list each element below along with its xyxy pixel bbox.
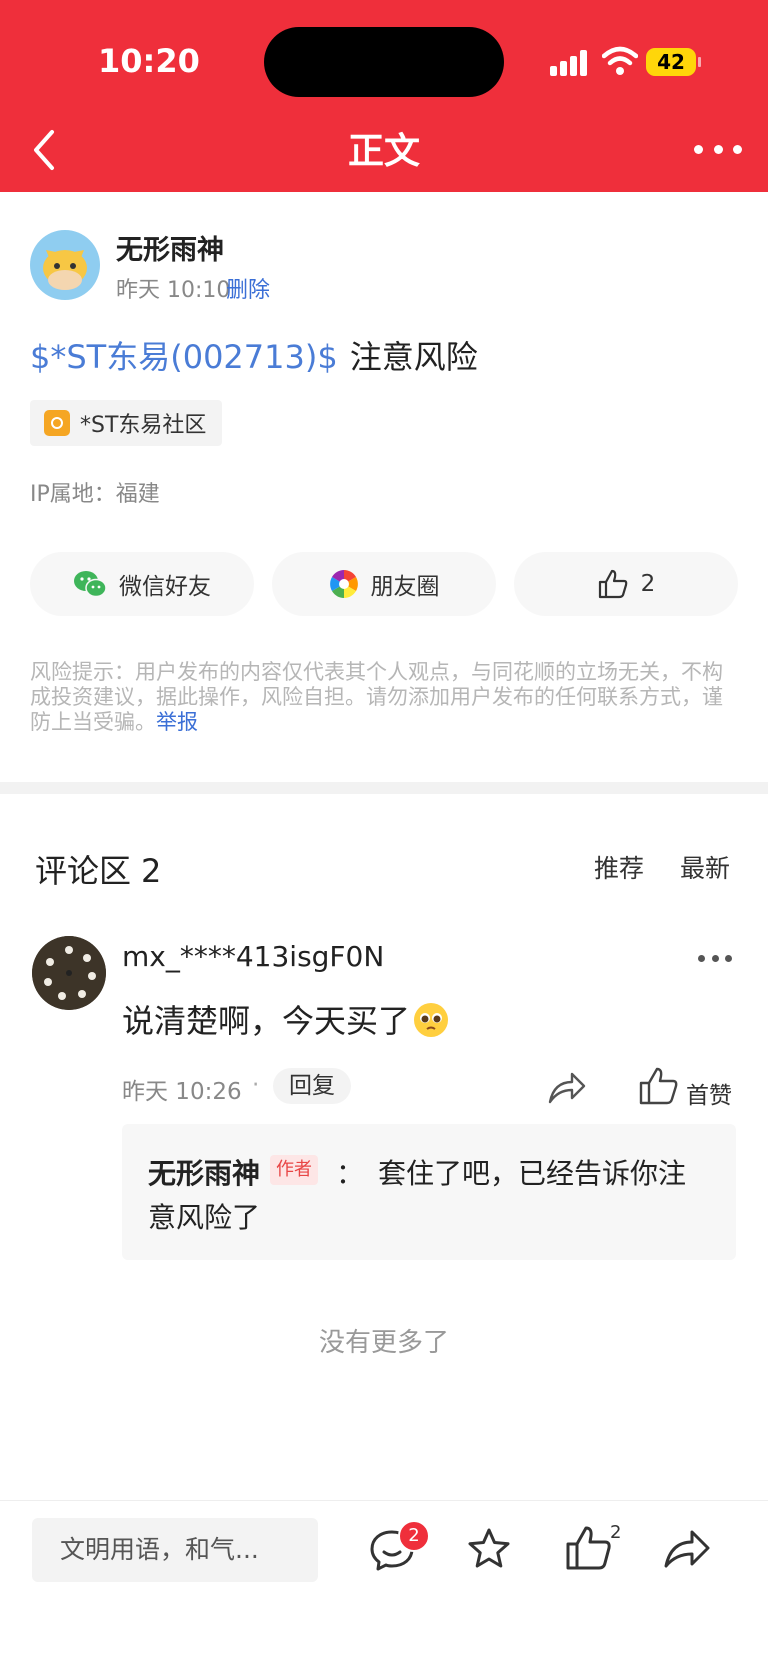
comments-count: 2: [141, 852, 162, 890]
like-post-button[interactable]: 2: [514, 552, 738, 616]
sort-latest-tab[interactable]: 最新: [680, 849, 730, 885]
delete-link[interactable]: 删除: [226, 272, 270, 304]
share-moments-button[interactable]: 朋友圈: [272, 552, 496, 616]
status-time: 10:20: [98, 42, 200, 80]
comment-input[interactable]: 文明用语，和气...: [32, 1518, 318, 1582]
comment-count-badge: 2: [398, 1520, 430, 1552]
comments-title: 评论区: [35, 852, 132, 890]
share-wechat-button[interactable]: 微信好友: [30, 552, 254, 616]
share-moments-label: 朋友圈: [370, 574, 440, 600]
comments-heading: 评论区 2: [35, 846, 161, 892]
sort-recommend-tab[interactable]: 推荐: [594, 849, 644, 885]
post-text: 注意风险: [349, 338, 478, 376]
share-arrow-icon[interactable]: [662, 1526, 712, 1572]
author-avatar[interactable]: [30, 230, 100, 300]
reply-colon: ：: [336, 1157, 365, 1190]
thumbs-up-icon: [598, 569, 628, 599]
risk-disclaimer: 风险提示：用户发布的内容仅代表其个人观点，与同花顺的立场无关，不构成投资建议，据…: [30, 660, 738, 735]
reply-author-name[interactable]: 无形雨神: [148, 1152, 260, 1192]
comment-like-label[interactable]: 首赞: [686, 1076, 732, 1110]
comment-separator: ·: [252, 1072, 260, 1098]
wifi-icon: [602, 46, 638, 75]
more-menu-icon[interactable]: [694, 134, 742, 164]
comment-text-content: 说清楚啊，今天买了: [122, 1002, 411, 1040]
stock-tag-link[interactable]: $*ST东易(002713)$: [30, 338, 338, 376]
author-badge: 作者: [270, 1155, 318, 1185]
page-title: 正文: [347, 131, 420, 172]
pleading-face-emoji-icon: [414, 1003, 449, 1037]
battery-tip: [698, 57, 701, 67]
post-content: $*ST东易(002713)$ 注意风险: [30, 332, 478, 378]
community-chip[interactable]: *ST东易社区: [30, 400, 223, 446]
reply-button[interactable]: 回复: [273, 1068, 351, 1104]
author-name[interactable]: 无形雨神: [116, 228, 224, 267]
wechat-icon: [74, 571, 107, 598]
bottom-like-count: 2: [610, 1522, 622, 1543]
risk-text: 风险提示：用户发布的内容仅代表其个人观点，与同花顺的立场无关，不构成投资建议，据…: [30, 660, 723, 734]
comment-text: 说清楚啊，今天买了: [122, 996, 449, 1042]
moments-icon: [329, 570, 358, 598]
community-label: *ST东易社区: [80, 413, 207, 438]
no-more-indicator: 没有更多了: [318, 1328, 449, 1358]
comment-time: 昨天 10:26: [122, 1079, 242, 1105]
community-icon: [44, 410, 70, 436]
section-divider: [0, 782, 768, 794]
ip-location: IP属地：福建: [30, 482, 160, 507]
comment-like-icon[interactable]: [638, 1066, 678, 1106]
battery-icon: 42: [646, 48, 696, 76]
comment-share-icon[interactable]: [546, 1068, 588, 1108]
comment-more-icon[interactable]: [698, 955, 732, 963]
commenter-name[interactable]: mx_****413isgF0N: [122, 940, 384, 973]
like-count: 2: [640, 571, 656, 597]
post-time: 昨天 10:10: [116, 278, 231, 303]
commenter-avatar[interactable]: [32, 936, 106, 1010]
signal-icon: [550, 50, 590, 76]
share-wechat-label: 微信好友: [119, 574, 211, 600]
star-favorite-icon[interactable]: [466, 1526, 512, 1572]
thumbs-up-icon[interactable]: [564, 1524, 612, 1572]
report-link[interactable]: 举报: [156, 710, 198, 734]
dynamic-island: [264, 27, 504, 97]
